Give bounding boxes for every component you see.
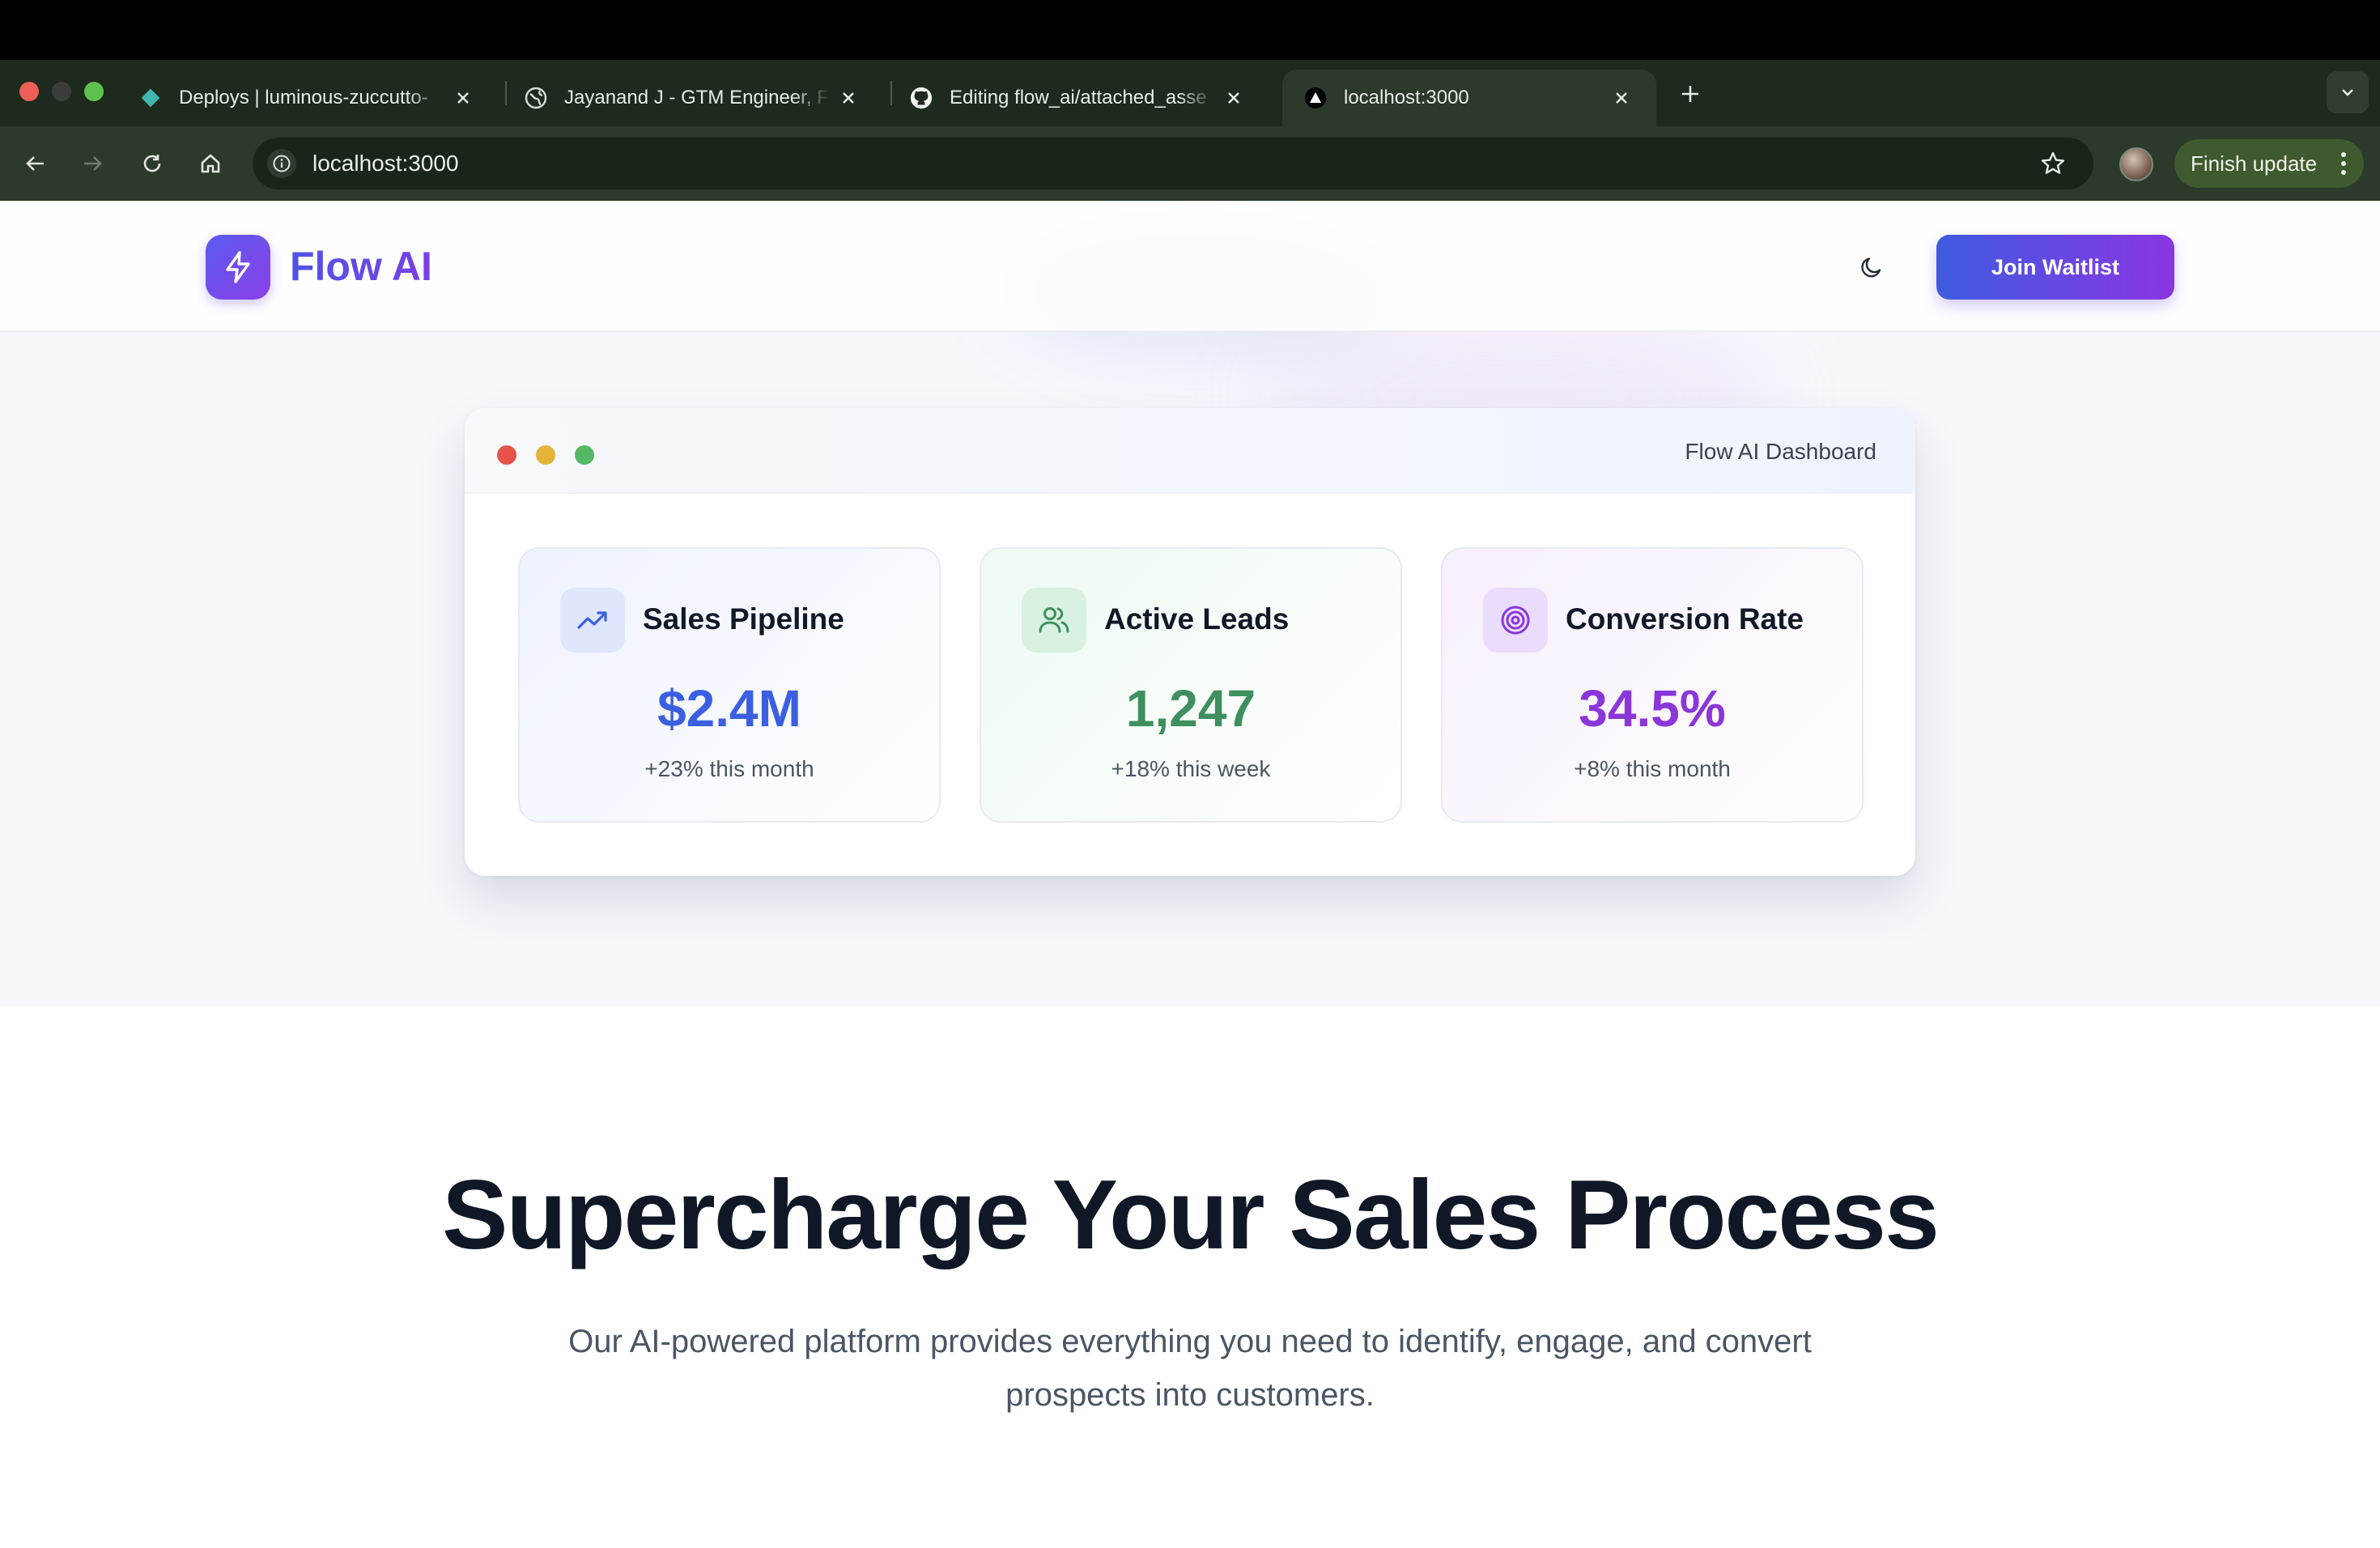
- triangle-icon: [1303, 86, 1328, 110]
- target-icon: [1483, 588, 1548, 653]
- github-icon: [909, 86, 933, 110]
- yellow-dot: [536, 445, 555, 465]
- site-info-icon[interactable]: [267, 149, 296, 178]
- stat-card-active-leads: Active Leads 1,247 +18% this week: [980, 547, 1402, 823]
- stat-card-sales-pipeline: Sales Pipeline $2.4M +23% this month: [518, 547, 941, 823]
- screen-top-bar: [0, 0, 2380, 60]
- moon-icon[interactable]: [1855, 251, 1888, 283]
- card-change: +8% this month: [1574, 756, 1731, 781]
- reload-icon[interactable]: [134, 146, 170, 181]
- browser-tab[interactable]: Editing flow_ai/attached_asse: [888, 70, 1269, 126]
- web-page: Flow AI Join Waitlist Flow AI Dashboard …: [0, 201, 2380, 1548]
- card-change: +23% this month: [644, 756, 814, 781]
- join-waitlist-button[interactable]: Join Waitlist: [1936, 235, 2174, 300]
- dashboard-title: Flow AI Dashboard: [1685, 439, 1876, 464]
- card-value: $2.4M: [657, 679, 801, 738]
- card-title: Sales Pipeline: [643, 602, 844, 636]
- users-icon: [1022, 588, 1086, 653]
- close-tab-icon[interactable]: [835, 84, 862, 112]
- back-arrow-icon[interactable]: [18, 146, 53, 181]
- site-header: Flow AI Join Waitlist: [0, 201, 2380, 332]
- netlify-diamond-icon: [138, 86, 163, 110]
- stat-card-conversion-rate: Conversion Rate 34.5% +8% this month: [1441, 547, 1864, 823]
- card-value: 34.5%: [1579, 679, 1726, 738]
- window-minimize-button[interactable]: [52, 82, 71, 101]
- tab-title: Jayanand J - GTM Engineer, F: [564, 87, 829, 108]
- brand-name[interactable]: Flow AI: [290, 243, 432, 290]
- card-title: Conversion Rate: [1566, 602, 1804, 636]
- card-value: 1,247: [1125, 679, 1256, 738]
- globe-icon: [524, 86, 548, 110]
- tab-title: Editing flow_ai/attached_asse: [950, 87, 1207, 108]
- card-title: Active Leads: [1104, 602, 1290, 636]
- finish-update-label: Finish update: [2191, 151, 2318, 176]
- dashboard-titlebar: Flow AI Dashboard: [465, 408, 1915, 494]
- home-icon[interactable]: [193, 146, 228, 181]
- close-tab-icon[interactable]: [1220, 84, 1247, 112]
- browser-tab[interactable]: Deploys | luminous-zuccutto-: [117, 70, 498, 126]
- hero-headline: Supercharge Your Sales Process: [442, 1159, 1940, 1269]
- tab-title: Deploys | luminous-zuccutto-: [179, 87, 428, 108]
- window-zoom-button[interactable]: [84, 82, 104, 101]
- address-bar[interactable]: [253, 138, 2093, 189]
- new-tab-icon[interactable]: [1674, 78, 1706, 110]
- finish-update-button[interactable]: Finish update: [2174, 139, 2364, 188]
- red-dot: [497, 445, 516, 465]
- browser-tab[interactable]: Jayanand J - GTM Engineer, F: [503, 70, 883, 126]
- card-change: +18% this week: [1111, 756, 1271, 781]
- profile-avatar[interactable]: [2119, 147, 2153, 181]
- more-menu-icon[interactable]: [2341, 152, 2346, 175]
- green-dot: [575, 445, 594, 465]
- forward-arrow-icon[interactable]: [74, 146, 110, 181]
- hero-subline: Our AI-powered platform provides everyth…: [568, 1324, 1812, 1413]
- browser-tab-active[interactable]: localhost:3000: [1282, 70, 1656, 126]
- address-url[interactable]: localhost:3000: [312, 151, 459, 176]
- trending-up-icon: [560, 588, 625, 653]
- close-tab-icon[interactable]: [1608, 84, 1635, 112]
- tab-search-chevron-icon[interactable]: [2327, 71, 2369, 113]
- lightning-bolt-icon[interactable]: [206, 235, 270, 300]
- tab-title: localhost:3000: [1344, 87, 1469, 108]
- window-close-button[interactable]: [19, 82, 39, 101]
- close-tab-icon[interactable]: [449, 84, 477, 112]
- bookmark-star-icon[interactable]: [2037, 147, 2069, 180]
